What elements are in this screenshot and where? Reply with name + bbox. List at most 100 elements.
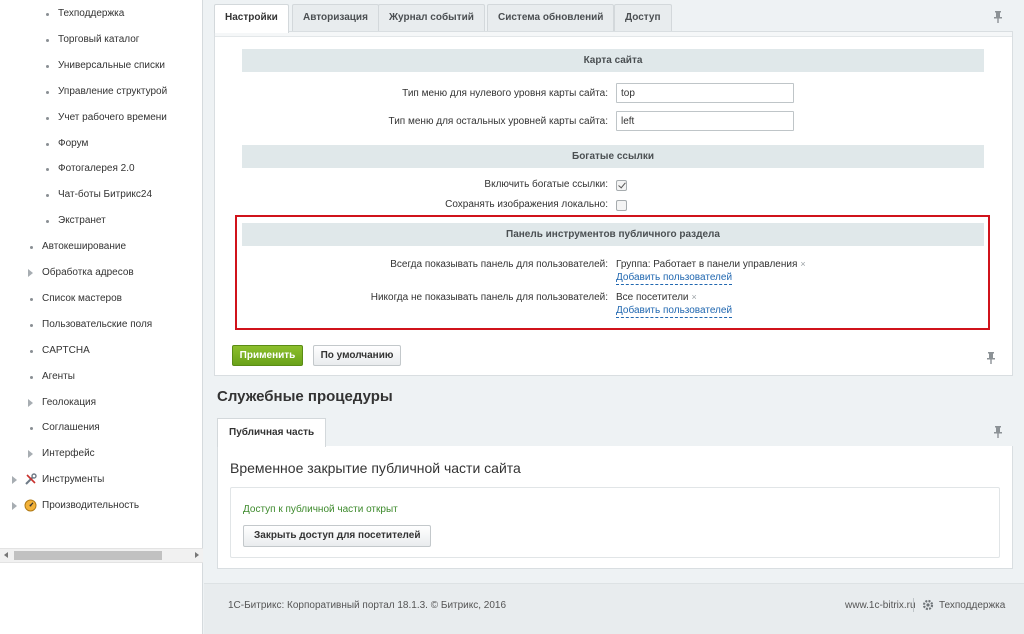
sidebar-item-label: Инструменты — [42, 474, 105, 486]
sidebar-item[interactable]: Учет рабочего времени — [0, 108, 203, 128]
default-button[interactable]: По умолчанию — [313, 345, 401, 366]
pin-icon[interactable] — [993, 11, 1003, 23]
panel-top-strip — [215, 32, 1012, 37]
bullet-icon — [46, 90, 49, 94]
sitemap-section-header: Карта сайта — [242, 49, 984, 72]
sidebar-item-label: Список мастеров — [42, 292, 122, 304]
footer-site-link[interactable]: www.1c-bitrix.ru — [845, 600, 916, 611]
sidebar-item[interactable]: Агенты — [0, 367, 203, 387]
gear-icon — [922, 599, 934, 611]
sidebar-item[interactable]: Пользовательские поля — [0, 315, 203, 335]
sidebar-item-label: Геолокация — [42, 396, 97, 408]
remove-visitors-icon[interactable]: × — [692, 292, 697, 302]
sidebar-item[interactable]: Обработка адресов — [0, 263, 203, 283]
sidebar-item[interactable]: Техподдержка — [0, 4, 203, 24]
enable-rich-links-checkbox[interactable] — [616, 180, 627, 191]
bullet-icon — [46, 116, 49, 120]
tab-update-system[interactable]: Система обновлений — [487, 4, 615, 32]
other-menu-label: Тип меню для остальных уровней карты сай… — [388, 116, 608, 127]
tab-label: Журнал событий — [389, 12, 474, 23]
top-menu-label: Тип меню для нулевого уровня карты сайта… — [402, 88, 608, 99]
bullet-icon — [30, 349, 33, 353]
bullet-icon — [46, 13, 49, 16]
sidebar-item[interactable]: Автокеширование — [0, 237, 203, 257]
sidebar-item-label: Агенты — [42, 370, 75, 382]
expand-arrow-icon[interactable] — [28, 398, 33, 407]
never-show-label: Никогда не показывать панель для пользов… — [370, 292, 608, 303]
pin-icon[interactable] — [986, 352, 996, 364]
footer-separator — [913, 598, 914, 612]
sidebar-item-label: Форум — [58, 137, 89, 149]
sidebar-item[interactable]: Универсальные списки — [0, 56, 203, 76]
always-show-label: Всегда показывать панель для пользовател… — [390, 259, 608, 270]
apply-button[interactable]: Применить — [232, 345, 303, 366]
gauge-icon — [24, 499, 37, 512]
public-closure-title: Временное закрытие публичной части сайта — [230, 460, 521, 476]
settings-panel: Карта сайта Тип меню для нулевого уровня… — [214, 31, 1013, 376]
public-closure-box: Доступ к публичной части открыт Закрыть … — [230, 487, 1000, 558]
service-title: Служебные процедуры — [217, 388, 393, 405]
always-show-value: Группа: Работает в панели управления × — [616, 259, 806, 270]
expand-arrow-icon[interactable] — [28, 269, 33, 277]
bullet-icon — [46, 38, 49, 42]
scroll-left-icon[interactable] — [0, 549, 13, 562]
scrollbar-thumb[interactable] — [14, 551, 162, 560]
top-menu-input[interactable] — [616, 83, 794, 103]
always-add-users-link[interactable]: Добавить пользователей — [616, 272, 733, 285]
settings-tabbar: Настройки Авторизация Журнал событий Сис… — [214, 4, 1013, 33]
save-images-checkbox[interactable] — [616, 200, 627, 211]
tab-authorization[interactable]: Авторизация — [292, 4, 379, 32]
sidebar-item-label: Производительность — [42, 500, 140, 512]
never-show-value: Все посетители × — [616, 292, 697, 303]
remove-group-icon[interactable]: × — [800, 259, 805, 269]
expand-arrow-icon[interactable] — [12, 502, 17, 511]
sidebar-item[interactable]: CAPTCHA — [0, 341, 203, 361]
sidebar-horizontal-scrollbar[interactable] — [0, 548, 203, 563]
sidebar-item[interactable]: Фотогалерея 2.0 — [0, 159, 203, 179]
bullet-icon — [46, 220, 49, 224]
tab-access[interactable]: Доступ — [614, 4, 672, 32]
public-panel-section-header: Панель инструментов публичного раздела — [242, 223, 984, 246]
tab-event-log[interactable]: Журнал событий — [378, 4, 485, 32]
save-images-label: Сохранять изображения локально: — [445, 199, 608, 210]
sidebar-item-label: Универсальные списки — [58, 59, 165, 71]
sidebar-item[interactable]: Интерфейс — [0, 444, 203, 464]
close-access-button[interactable]: Закрыть доступ для посетителей — [243, 525, 432, 547]
scroll-right-icon[interactable] — [190, 549, 203, 562]
rich-links-section-header: Богатые ссылки — [242, 145, 984, 168]
tools-icon — [25, 473, 37, 485]
tab-public-part[interactable]: Публичная часть — [217, 418, 327, 447]
sidebar-item[interactable]: Список мастеров — [0, 289, 203, 309]
pin-icon[interactable] — [993, 426, 1003, 438]
sidebar-item[interactable]: Инструменты — [0, 470, 203, 490]
sidebar-item[interactable]: Соглашения — [0, 418, 203, 438]
sidebar: Техподдержка Торговый каталог Универсальны… — [0, 0, 203, 634]
tab-settings[interactable]: Настройки — [214, 4, 289, 33]
sidebar-item-label: Торговый каталог — [58, 33, 140, 45]
sidebar-item[interactable]: Производительность — [0, 496, 203, 516]
expand-arrow-icon[interactable] — [28, 450, 33, 459]
sidebar-item-label: Интерфейс — [42, 448, 95, 460]
expand-arrow-icon[interactable] — [12, 476, 17, 485]
footer-copyright: 1С-Битрикс: Корпоративный портал 18.1.3.… — [228, 600, 507, 611]
footer-support-link[interactable]: Техподдержка — [939, 600, 1005, 611]
bullet-icon — [30, 246, 33, 250]
sidebar-item-label: Обработка адресов — [42, 267, 134, 278]
sidebar-item[interactable]: Геолокация — [0, 393, 203, 413]
bullet-icon — [30, 297, 33, 301]
sidebar-item[interactable]: Чат-боты Битрикс24 — [0, 185, 203, 205]
bullet-icon — [46, 168, 49, 172]
tab-label: Авторизация — [303, 12, 368, 23]
tab-label: Настройки — [225, 12, 278, 23]
sidebar-item-label: Соглашения — [42, 422, 100, 434]
sidebar-item[interactable]: Управление структурой — [0, 82, 203, 102]
tab-label: Система обновлений — [498, 12, 604, 23]
never-add-users-link[interactable]: Добавить пользователей — [616, 305, 733, 318]
sidebar-item[interactable]: Экстранет — [0, 211, 203, 231]
sidebar-item[interactable]: Торговый каталог — [0, 30, 203, 50]
other-menu-input[interactable] — [616, 111, 794, 131]
sidebar-item-label: Пользовательские поля — [42, 318, 153, 330]
sidebar-item-label: Учет рабочего времени — [58, 111, 167, 123]
sidebar-item-label: Фотогалерея 2.0 — [58, 163, 135, 175]
sidebar-item[interactable]: Форум — [0, 134, 203, 154]
